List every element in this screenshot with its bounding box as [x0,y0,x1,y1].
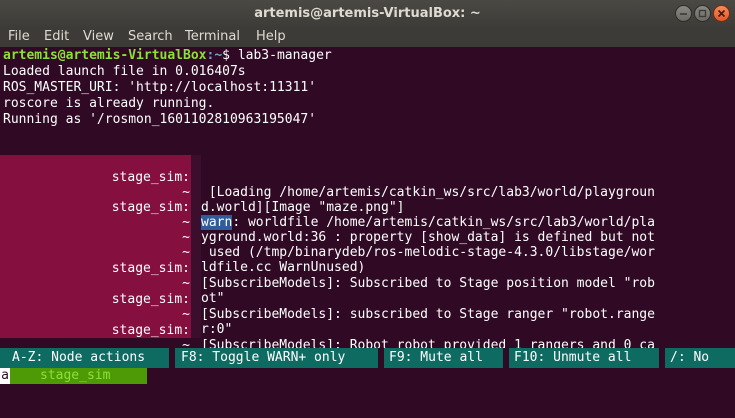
hint-toggle-warn: F8: Toggle WARN+ only [181,350,346,365]
hint-mute-all: F9: Mute all [389,350,483,365]
menu-terminal[interactable]: Terminal [185,29,240,44]
maximize-button[interactable] [694,5,711,22]
prompt-symbol: $ [222,48,238,63]
menu-search[interactable]: Search [128,29,173,44]
status-separator [503,348,509,368]
terminal-window: artemis@artemis-VirtualBox: ~ File Edit … [0,0,735,418]
menu-view[interactable]: View [83,29,114,44]
status-separator [378,348,384,368]
log-row: ~ d.world][Image "maze.png"] [0,170,735,215]
node-tag-stage-sim[interactable]: stage_sim [10,368,147,384]
output-line: Loaded launch file in 0.016407s [3,64,246,79]
menu-help[interactable]: Help [256,29,286,44]
hint-unmute-all: F10: Unmute all [514,350,632,365]
menu-file[interactable]: File [8,29,30,44]
node-selector-line: a stage_sim [0,368,735,384]
title-bar[interactable]: artemis@artemis-VirtualBox: ~ [0,0,735,27]
log-row: stage_sim: [Loading /home/artemis/catkin… [0,155,735,200]
log-row: ~ meras [0,323,735,368]
prompt-command: lab3-manager [237,48,332,63]
log-row: ~ used (/tmp/binarydeb/ros-melodic-stage… [0,215,735,260]
minimize-icon [680,13,687,15]
log-row: ~ ldfile.cc WarnUnused) [0,230,735,275]
minimize-button[interactable] [675,5,692,22]
node-log-panel: stage_sim: [Loading /home/artemis/catkin… [0,155,735,368]
close-button[interactable] [713,5,730,22]
output-line: Running as '/rosmon_1601102810963195047' [3,112,317,127]
output-line: roscore is already running. [3,96,215,111]
terminal-area[interactable]: artemis@artemis-VirtualBox:~$ lab3-manag… [0,47,735,418]
maximize-icon [698,9,707,18]
menu-bar: File Edit View Search Terminal Help [0,27,735,47]
input-cursor[interactable]: a [0,368,10,384]
log-row: ~ ot" [0,261,735,306]
log-row: stage_sim: [SubscribeModels]: subscribed… [0,277,735,322]
menu-edit[interactable]: Edit [44,29,69,44]
keybinding-status-bar: A-Z: Node actions F8: Toggle WARN+ only … [0,348,735,368]
log-row: ~ yground.world:36 : property [show_data… [0,200,735,245]
status-separator [169,348,175,368]
hint-node-actions: A-Z: Node actions [12,350,146,365]
status-separator [659,348,665,368]
prompt-path: :~ [206,48,223,63]
log-row: stage_sim: [SubscribeModels]: Subscribed… [0,246,735,291]
output-line: ROS_MASTER_URI: 'http://localhost:11311' [3,80,317,95]
prompt-line: artemis@artemis-VirtualBox:~$ lab3-manag… [3,48,332,64]
hint-filter: /: No [670,350,710,365]
close-icon [717,9,726,18]
log-row: ~ r:0" [0,292,735,337]
prompt-user-host: artemis@artemis-VirtualBox [3,48,207,63]
window-title: artemis@artemis-VirtualBox: ~ [254,6,481,21]
log-row: stage_sim: [SubscribeModels]: Robot robo… [0,308,735,353]
log-row: stage_sim: warn: worldfile /home/artemis… [0,185,735,230]
